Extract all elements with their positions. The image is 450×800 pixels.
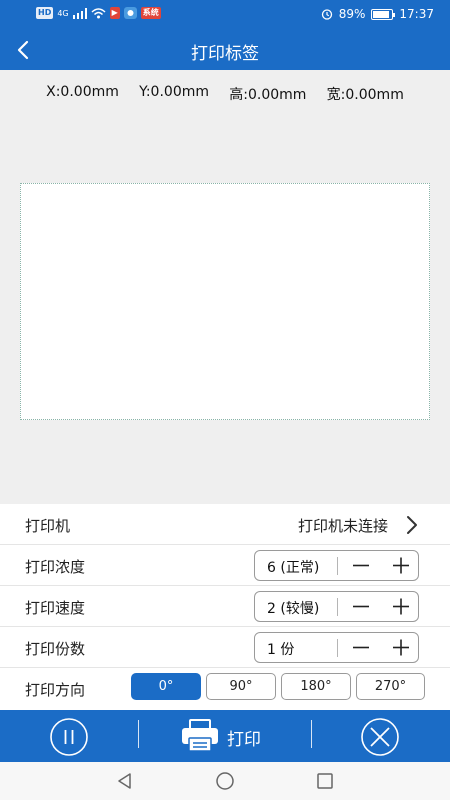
- stepper-divider: [337, 598, 338, 616]
- speed-value: 2 (较慢): [267, 601, 320, 617]
- status-left-icons: HD 4G ▶ 系统: [36, 7, 161, 19]
- density-value: 6 (正常): [267, 560, 320, 576]
- system-nav-bar: [0, 762, 450, 800]
- action-bar: 打印: [0, 710, 450, 762]
- plus-icon[interactable]: [389, 551, 413, 580]
- coord-x: X:0.00mm: [46, 84, 119, 100]
- plus-icon[interactable]: [389, 633, 413, 662]
- page-title: 打印标签: [191, 44, 259, 64]
- speed-stepper: 2 (较慢): [254, 591, 419, 622]
- label-workspace: X:0.00mm Y:0.00mm 高:0.00mm 宽:0.00mm: [0, 70, 450, 504]
- copies-row: 打印份数 1 份: [0, 627, 450, 668]
- nav-back-icon[interactable]: [115, 771, 135, 791]
- orientation-row: 打印方向 0° 90° 180° 270°: [0, 668, 450, 709]
- coord-y: Y:0.00mm: [139, 84, 209, 100]
- alarm-icon: [321, 9, 332, 20]
- close-circle-icon[interactable]: [360, 717, 400, 757]
- action-divider: [311, 720, 312, 748]
- printer-label: 打印机: [25, 517, 71, 535]
- pause-icon[interactable]: [49, 717, 89, 757]
- system-app-icon: 系统: [140, 7, 161, 19]
- density-stepper: 6 (正常): [254, 550, 419, 581]
- status-bar: HD 4G ▶ 系统 89% 17:37: [0, 0, 450, 30]
- orientation-270-button[interactable]: 270°: [356, 673, 425, 700]
- orientation-label: 打印方向: [25, 681, 86, 699]
- nav-recents-icon[interactable]: [315, 771, 335, 791]
- density-label: 打印浓度: [25, 558, 86, 576]
- minus-icon[interactable]: [349, 551, 373, 580]
- printer-status: 打印机未连接: [297, 517, 388, 535]
- network-type: 4G: [57, 8, 69, 18]
- copies-stepper: 1 份: [254, 632, 419, 663]
- minus-icon[interactable]: [349, 633, 373, 662]
- battery-percent: 89%: [338, 7, 366, 21]
- chevron-right-icon[interactable]: [404, 514, 420, 536]
- nav-home-icon[interactable]: [215, 771, 235, 791]
- app-header: 打印标签: [0, 30, 450, 70]
- printer-icon: [182, 719, 218, 752]
- speed-label: 打印速度: [25, 599, 86, 617]
- speed-row: 打印速度 2 (较慢): [0, 586, 450, 627]
- printer-row[interactable]: 打印机 打印机未连接: [0, 504, 450, 545]
- action-divider: [138, 720, 139, 748]
- orientation-90-button[interactable]: 90°: [206, 673, 276, 700]
- hd-indicator: HD: [36, 7, 54, 19]
- density-row: 打印浓度 6 (正常): [0, 545, 450, 586]
- copies-value: 1 份: [267, 642, 295, 658]
- minus-icon[interactable]: [349, 592, 373, 621]
- video-app-icon: ▶: [109, 7, 120, 19]
- coord-height: 高:0.00mm: [229, 87, 307, 103]
- stepper-divider: [337, 557, 338, 575]
- orientation-0-button[interactable]: 0°: [131, 673, 201, 700]
- wifi-icon: [91, 7, 106, 18]
- clock: 17:37: [399, 7, 434, 21]
- print-button-label: 打印: [227, 730, 261, 750]
- orientation-180-button[interactable]: 180°: [281, 673, 351, 700]
- battery-icon: [371, 8, 396, 20]
- coordinate-readout: X:0.00mm Y:0.00mm 高:0.00mm 宽:0.00mm: [0, 84, 450, 104]
- stepper-divider: [337, 639, 338, 657]
- signal-icon: [72, 7, 87, 19]
- status-right-icons: 89% 17:37: [321, 7, 434, 21]
- plus-icon[interactable]: [389, 592, 413, 621]
- print-button[interactable]: 打印: [181, 718, 281, 754]
- label-canvas[interactable]: [20, 183, 430, 420]
- app-notification-icon: [123, 7, 137, 19]
- copies-label: 打印份数: [25, 640, 86, 658]
- coord-width: 宽:0.00mm: [326, 87, 404, 103]
